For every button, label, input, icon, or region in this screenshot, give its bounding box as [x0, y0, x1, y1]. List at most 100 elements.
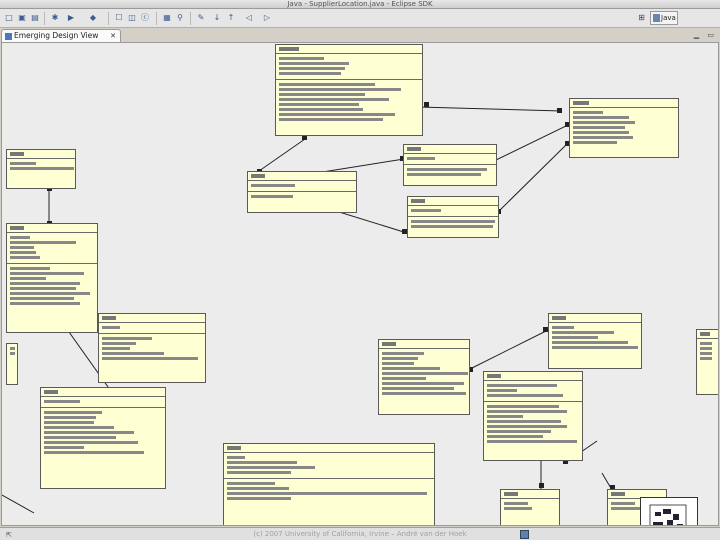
connector-endpoint — [424, 102, 429, 107]
class-box[interactable] — [247, 171, 357, 213]
class-attributes — [549, 323, 641, 353]
toolbar-separator — [44, 12, 45, 25]
design-canvas[interactable] — [1, 42, 719, 526]
external-tools-button[interactable]: ◆ — [88, 13, 98, 23]
class-box[interactable] — [403, 144, 497, 186]
class-box[interactable] — [548, 313, 642, 369]
class-methods — [248, 192, 356, 202]
class-box[interactable] — [569, 98, 679, 158]
class-methods — [484, 402, 582, 447]
perspective-java-button[interactable]: Java — [650, 11, 678, 25]
class-attributes — [41, 397, 165, 408]
debug-button[interactable]: ✱ — [50, 13, 60, 23]
class-box[interactable] — [500, 489, 560, 525]
class-header — [41, 388, 165, 397]
view-tab-label: Emerging Design View — [14, 31, 99, 40]
class-attributes — [224, 453, 434, 479]
toolbar-separator — [190, 12, 191, 25]
class-header — [379, 340, 469, 349]
class-header — [501, 490, 559, 499]
copyright-footer: (c) 2007 University of California, Irvin… — [253, 530, 467, 538]
thumbnail-node — [655, 512, 661, 516]
design-view-icon — [5, 33, 12, 40]
class-methods — [404, 165, 496, 180]
class-box[interactable] — [6, 223, 98, 333]
class-box-partial[interactable] — [696, 329, 718, 395]
toolbar-separator — [156, 12, 157, 25]
minimize-icon[interactable]: ▁ — [694, 31, 699, 39]
java-perspective-icon — [653, 14, 660, 22]
overview-thumbnail[interactable] — [640, 497, 698, 525]
thumbnail-node — [677, 524, 683, 525]
thumbnail-node — [663, 509, 671, 514]
class-methods — [408, 217, 498, 232]
class-header — [248, 172, 356, 181]
class-methods — [99, 334, 205, 364]
class-header — [276, 45, 422, 54]
class-box[interactable] — [6, 149, 76, 189]
thumbnail-node — [667, 520, 673, 525]
back-button[interactable]: ◁ — [244, 13, 254, 23]
previous-annotation-button[interactable]: ↑ — [226, 13, 236, 23]
print-button[interactable]: ▤ — [30, 13, 40, 23]
window-title: Java - SupplierLocation.java - Eclipse S… — [287, 0, 433, 8]
run-button[interactable]: ▶ — [66, 13, 76, 23]
class-header — [697, 330, 718, 339]
class-header — [570, 99, 678, 108]
save-button[interactable]: ▣ — [17, 13, 27, 23]
class-attributes — [570, 108, 678, 148]
class-header — [404, 145, 496, 154]
connector — [258, 138, 306, 172]
new-class-button[interactable]: ⓒ — [140, 13, 150, 23]
window-title-bar: Java - SupplierLocation.java - Eclipse S… — [0, 0, 720, 9]
class-attributes — [7, 159, 75, 174]
main-toolbar: □ ▣ ▤ ✱ ▶ ◆ ☐ ◫ ⓒ ▦ ⚲ ✎ ↓ ↑ ◁ ▷ — [0, 9, 720, 28]
open-type-button[interactable]: ▦ — [162, 13, 172, 23]
class-attributes — [484, 381, 582, 402]
maximize-icon[interactable]: ▭ — [707, 31, 714, 39]
tab-emerging-design-view[interactable]: Emerging Design View ✕ — [1, 29, 121, 42]
class-attributes — [99, 323, 205, 334]
new-package-button[interactable]: ◫ — [127, 13, 137, 23]
thumbnail-node — [653, 522, 663, 525]
new-java-project-button[interactable]: ☐ — [114, 13, 124, 23]
class-box[interactable] — [378, 339, 470, 415]
class-attributes — [501, 499, 559, 514]
class-box[interactable] — [40, 387, 166, 489]
class-box[interactable] — [275, 44, 423, 136]
class-attributes — [697, 339, 718, 364]
class-header — [224, 444, 434, 453]
connector — [2, 494, 35, 514]
forward-button[interactable]: ▷ — [262, 13, 272, 23]
search-button[interactable]: ⚲ — [175, 13, 185, 23]
class-box[interactable] — [407, 196, 499, 238]
class-attributes — [276, 54, 422, 80]
annotation-button[interactable]: ✎ — [196, 13, 206, 23]
class-header — [484, 372, 582, 381]
thumbnail-node — [673, 514, 679, 520]
toolbar-separator — [108, 12, 109, 25]
class-attributes — [408, 206, 498, 217]
class-box[interactable] — [98, 313, 206, 383]
new-button[interactable]: □ — [4, 13, 14, 23]
close-icon[interactable]: ✕ — [110, 30, 116, 42]
class-box-partial[interactable] — [6, 343, 18, 385]
next-annotation-button[interactable]: ↓ — [212, 13, 222, 23]
class-methods — [276, 80, 422, 125]
class-header — [7, 150, 75, 159]
open-perspective-icon[interactable]: ⊞ — [636, 12, 647, 23]
class-methods — [224, 479, 434, 504]
class-header — [408, 197, 498, 206]
class-header — [99, 314, 205, 323]
class-methods — [41, 408, 165, 458]
class-attributes — [7, 233, 97, 264]
class-header — [549, 314, 641, 323]
connector — [469, 330, 547, 370]
class-box[interactable] — [483, 371, 583, 461]
connector-endpoint — [557, 108, 562, 113]
status-indicator-icon[interactable] — [520, 530, 529, 539]
class-attributes — [404, 154, 496, 165]
class-box[interactable] — [223, 443, 435, 525]
connector-endpoint — [539, 483, 544, 488]
view-controls: ▁ ▭ — [688, 31, 714, 39]
